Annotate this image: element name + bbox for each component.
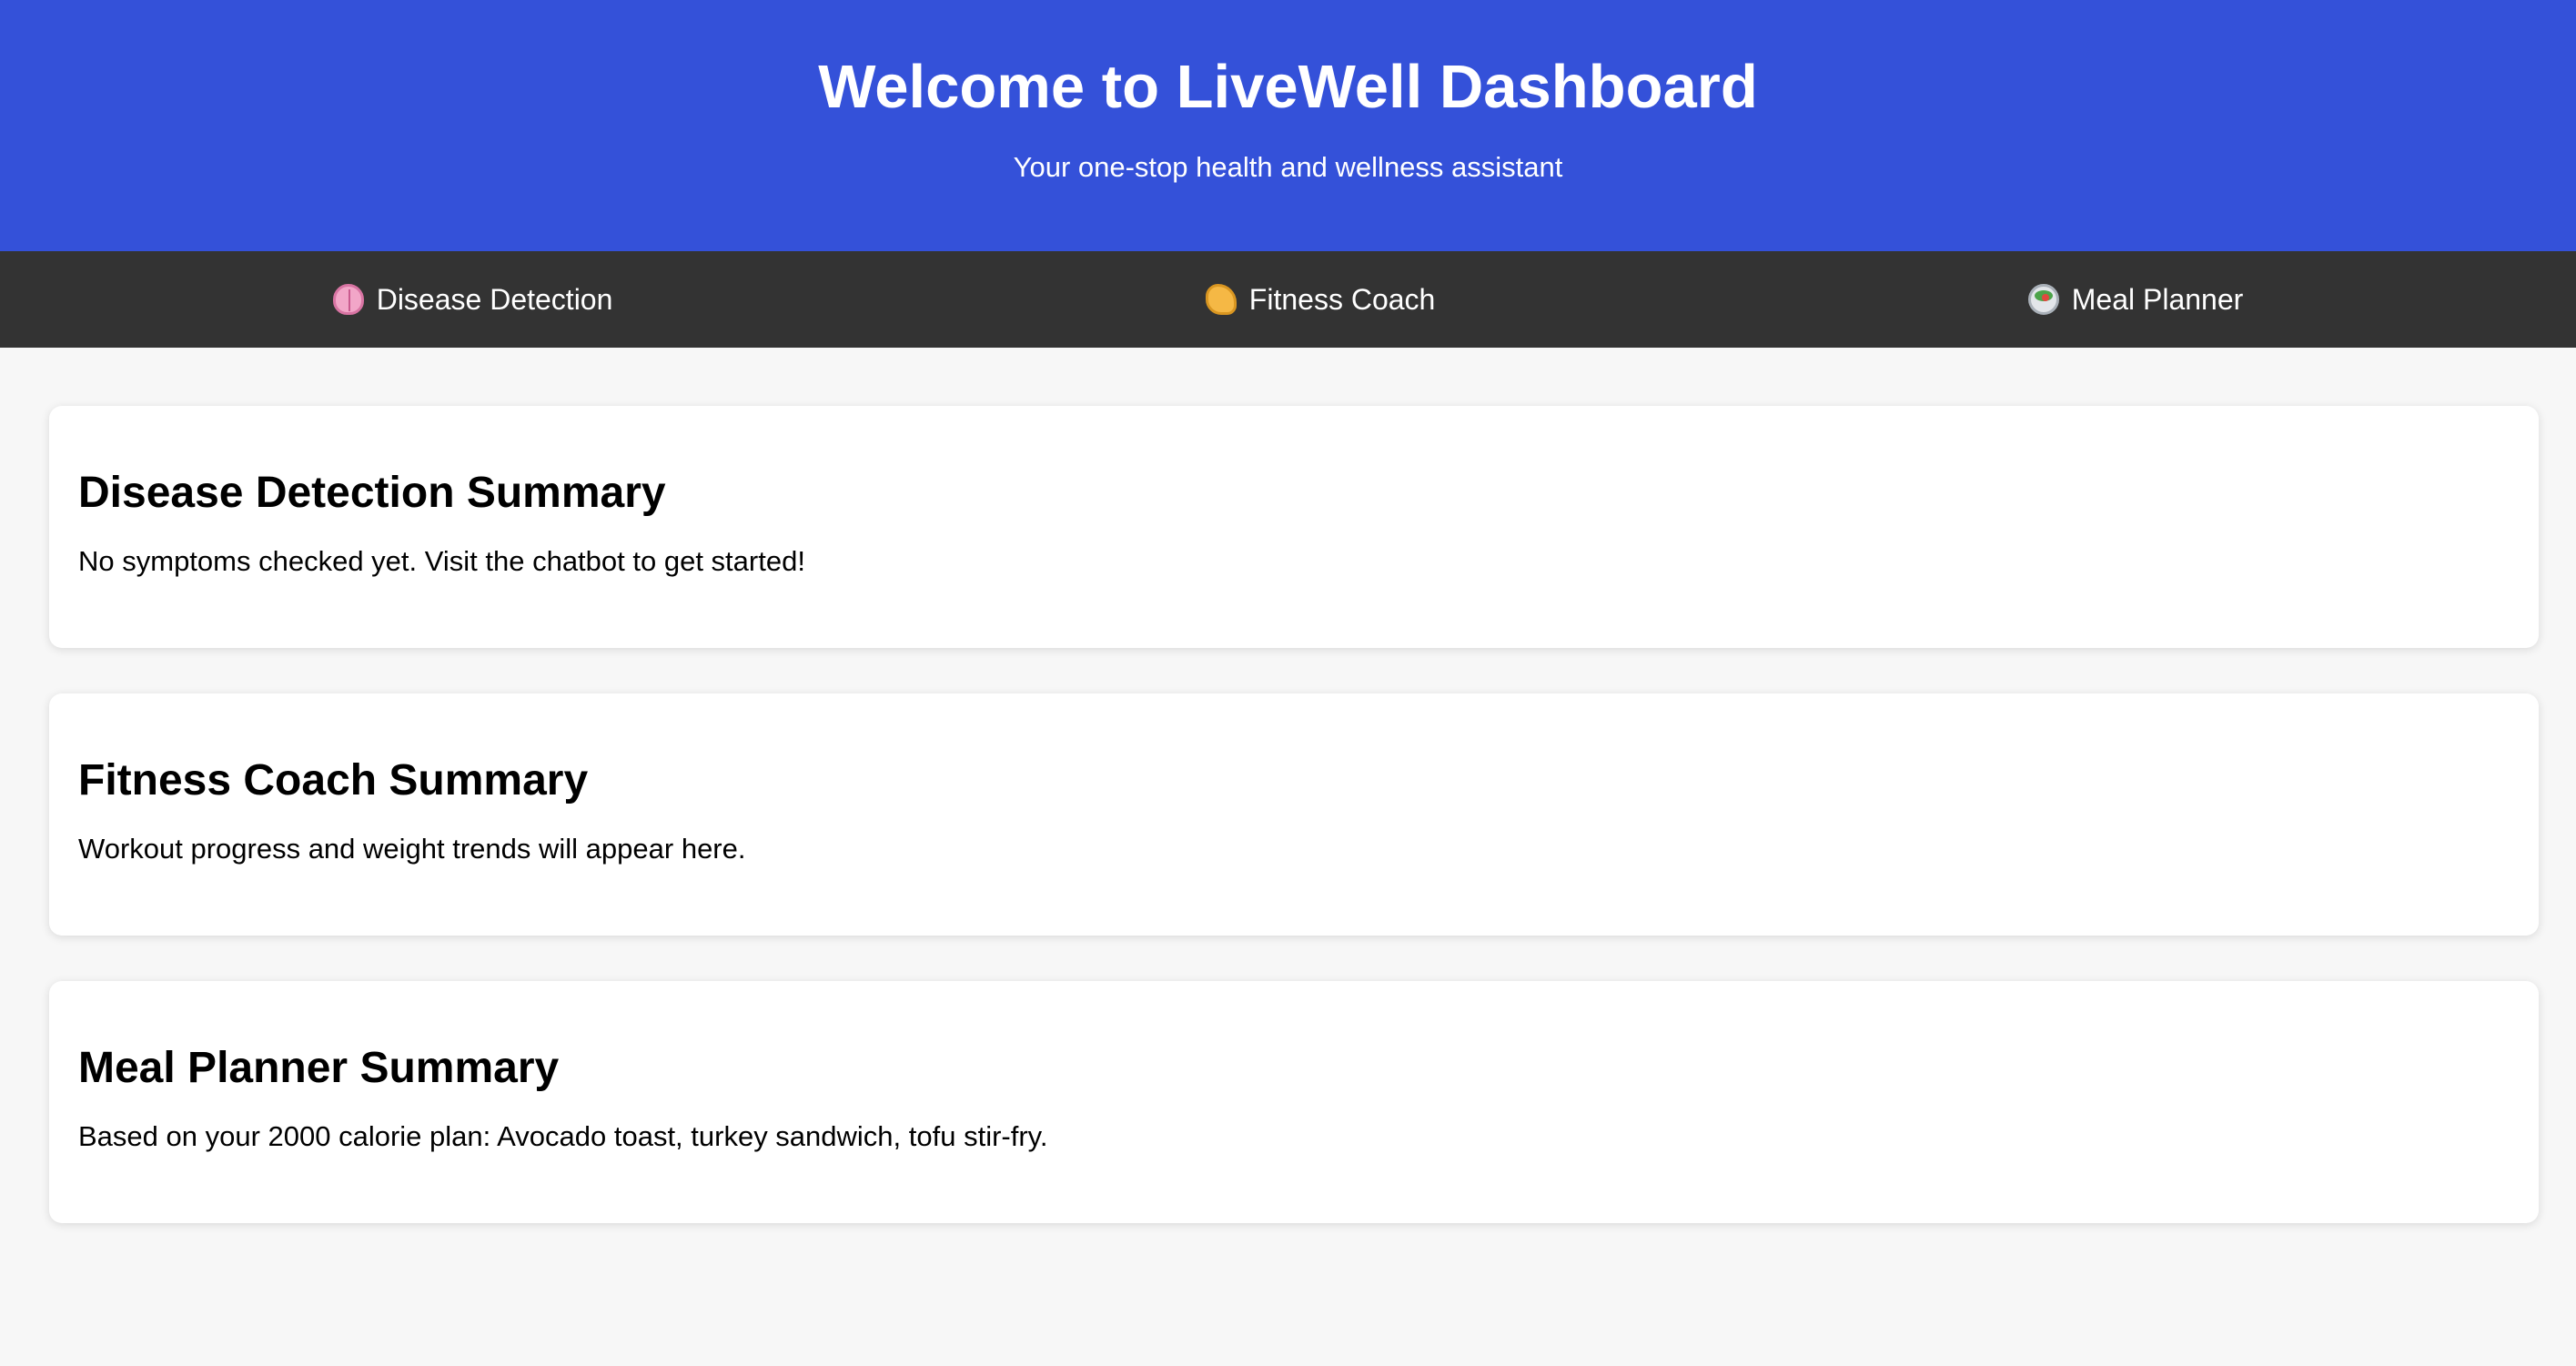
page-title: Welcome to LiveWell Dashboard (818, 53, 1758, 121)
nav-item-disease-detection[interactable]: Disease Detection (332, 282, 613, 317)
page-subtitle: Your one-stop health and wellness assist… (1013, 151, 1563, 183)
card-title: Fitness Coach Summary (78, 756, 589, 804)
nav-item-meal-planner[interactable]: Meal Planner (2027, 282, 2244, 317)
disease-detection-summary-card: Disease Detection Summary No symptoms ch… (49, 406, 2539, 648)
nav-item-label: Meal Planner (2071, 282, 2244, 316)
meal-planner-summary-card: Meal Planner Summary Based on your 2000 … (49, 981, 2539, 1223)
brain-icon (332, 284, 364, 315)
card-title: Disease Detection Summary (78, 469, 666, 517)
main-navbar: Disease Detection Fitness Coach Meal Pla… (0, 251, 2576, 348)
flexed-biceps-icon (1205, 284, 1237, 315)
card-text: Based on your 2000 calorie plan: Avocado… (78, 1120, 1048, 1152)
card-title: Meal Planner Summary (78, 1044, 560, 1092)
card-text: Workout progress and weight trends will … (78, 833, 746, 865)
fitness-coach-summary-card: Fitness Coach Summary Workout progress a… (49, 693, 2539, 936)
salad-bowl-icon (2027, 284, 2059, 315)
nav-item-label: Disease Detection (376, 282, 613, 316)
nav-item-label: Fitness Coach (1248, 282, 1436, 316)
card-text: No symptoms checked yet. Visit the chatb… (78, 545, 805, 577)
nav-item-fitness-coach[interactable]: Fitness Coach (1205, 282, 1436, 317)
page-header: Welcome to LiveWell Dashboard Your one-s… (0, 0, 2576, 251)
dashboard-main: Disease Detection Summary No symptoms ch… (0, 348, 2576, 1223)
